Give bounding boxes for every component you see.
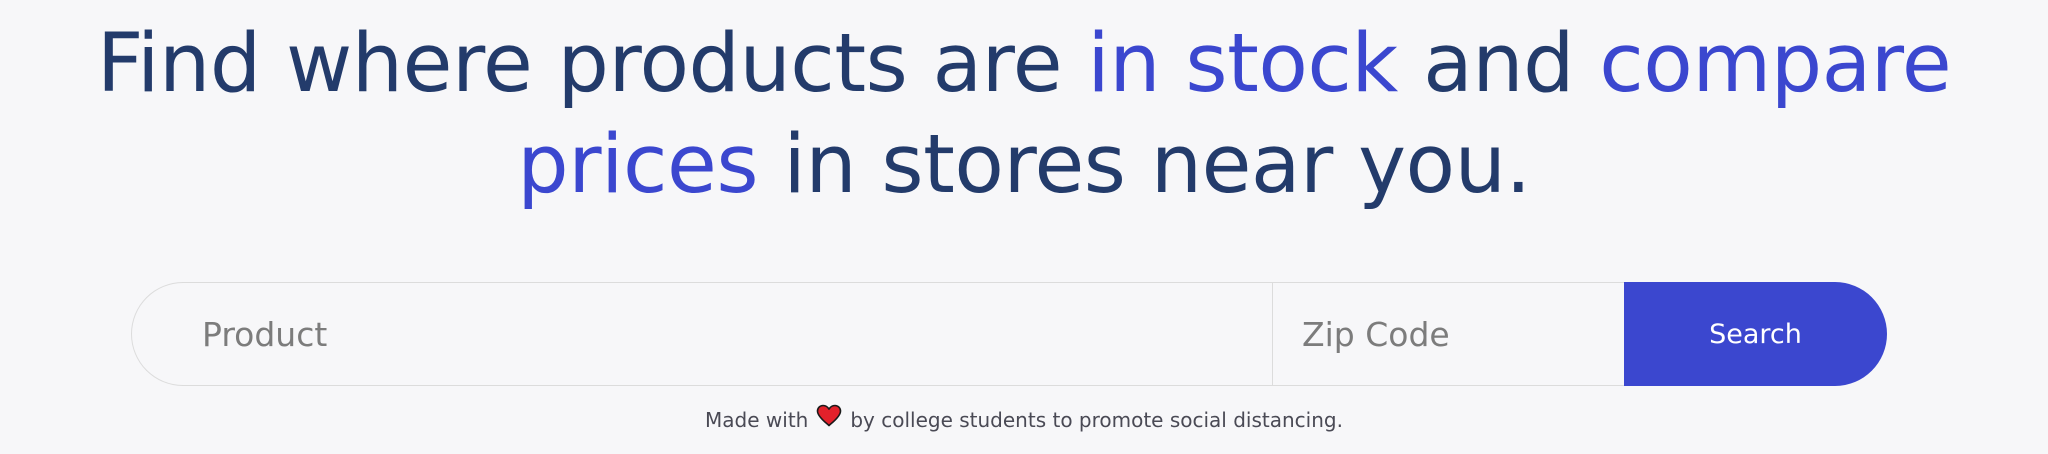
headline-text-3: in stores near you.	[758, 118, 1531, 212]
landing-page: Find where products are in stock and com…	[0, 0, 2048, 454]
zip-code-input[interactable]	[1272, 282, 1624, 386]
heart-icon	[816, 404, 842, 435]
product-input[interactable]	[131, 282, 1272, 386]
search-form: Search	[131, 282, 1887, 386]
footer-note: Made with by college students to promote …	[0, 404, 2048, 435]
headline-accent-in-stock: in stock	[1087, 17, 1398, 111]
headline-text-1: Find where products are	[96, 17, 1088, 111]
footer-text-students: by college students to promote social di…	[850, 408, 1343, 432]
footer-text-made-with: Made with	[705, 408, 809, 432]
page-headline: Find where products are in stock and com…	[0, 14, 2048, 216]
search-button[interactable]: Search	[1624, 282, 1887, 386]
headline-text-2: and	[1397, 17, 1600, 111]
